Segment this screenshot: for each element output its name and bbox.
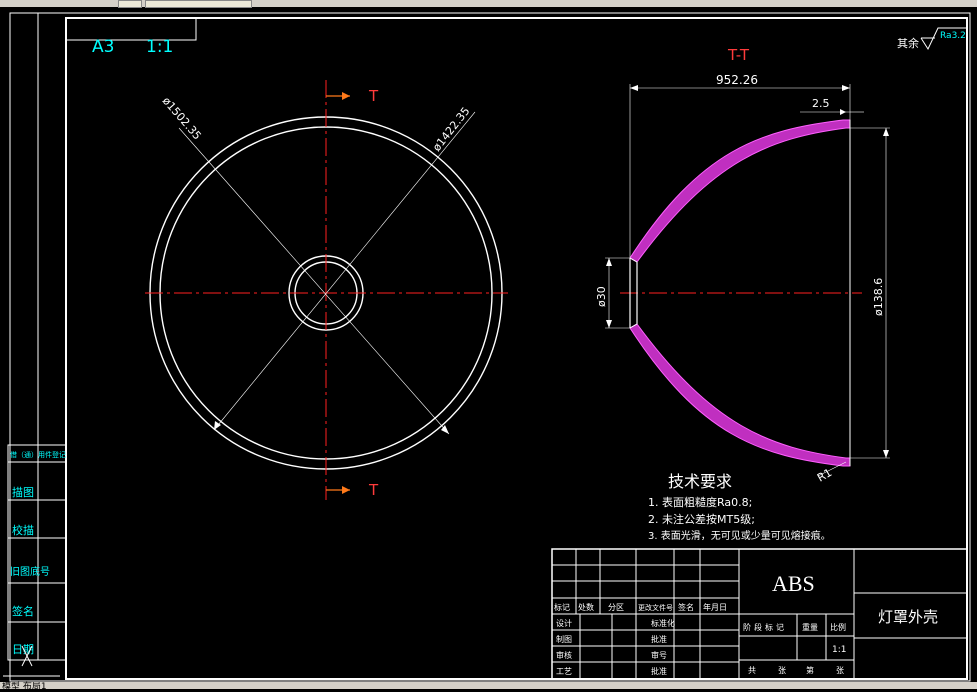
- tech-req-title: 技术要求: [668, 472, 732, 491]
- section-view: [605, 84, 890, 477]
- dim-lip: 2.5: [812, 97, 830, 110]
- row-label: 工艺: [556, 667, 572, 676]
- dim-line-outer: [178, 127, 450, 435]
- sheet-format: A3: [92, 37, 114, 57]
- mid-label: 标准化: [651, 618, 675, 628]
- roughness-label: 其余: [897, 36, 919, 50]
- row-label: 审核: [556, 650, 572, 660]
- stage-header: 比例: [830, 622, 846, 632]
- part-name: 灯罩外壳: [878, 608, 938, 626]
- layout-tabs-bar[interactable]: 模型 布局1: [0, 679, 977, 692]
- mid-label: 批准: [651, 634, 667, 644]
- header-cell: 分区: [608, 603, 624, 612]
- material-label: ABS: [772, 571, 815, 596]
- section-title: T-T: [727, 46, 750, 64]
- row-label: 设计: [556, 618, 572, 628]
- sheet-scale: 1:1: [146, 37, 173, 57]
- sheet-info: 张: [836, 666, 844, 675]
- dim-section-width: 952.26: [716, 73, 758, 87]
- side-label-0: 借（通）用件登记: [10, 450, 66, 459]
- dim-line-inner: [213, 111, 476, 431]
- header-cell: 更改文件号: [638, 603, 673, 612]
- stage-header: 阶段标记: [743, 622, 787, 632]
- side-label-2: 校描: [12, 523, 34, 537]
- section-marker-bottom: T: [368, 481, 379, 499]
- tech-req-item-3: 3. 表面光滑，无可见或少量可见熔接痕。: [648, 529, 831, 542]
- dim-outer-diameter: ø1502.35: [160, 94, 204, 142]
- dim-inner-diameter: ø1422.35: [430, 105, 472, 154]
- stage-header: 重量: [802, 622, 818, 632]
- header-cell: 签名: [678, 602, 694, 612]
- side-label-3: 旧图底号: [10, 565, 50, 578]
- shell-bottom-wall: [629, 323, 851, 467]
- toolbar-strip: [0, 0, 977, 8]
- shell-top-wall: [629, 119, 851, 263]
- row-label: 制图: [556, 634, 572, 644]
- header-cell: 处数: [578, 602, 594, 612]
- header-cell: 标记: [554, 602, 570, 612]
- header-cell: 年月日: [703, 602, 727, 612]
- side-strip: [7, 13, 67, 661]
- side-label-1: 描图: [12, 485, 34, 499]
- layout-tabs[interactable]: 模型 布局1: [2, 679, 47, 692]
- side-label-4: 签名: [12, 604, 34, 618]
- section-marker-top: T: [368, 87, 379, 105]
- tech-req-item-2: 2. 未注公差按MT5级;: [648, 512, 755, 526]
- drawing-canvas[interactable]: A3 1:1 借（通）用件登记 描图 校描 旧图底号 签名 日期 ø1502.3…: [0, 7, 977, 682]
- sheet-info: 共: [748, 666, 756, 675]
- tech-req-item-1: 1. 表面粗糙度Ra0.8;: [648, 495, 752, 509]
- dim-small-diameter: ø30: [595, 286, 608, 307]
- dim-large-diameter: ø138.6: [872, 278, 885, 316]
- roughness-value: Ra3.2: [940, 31, 966, 41]
- mid-label: 批准: [651, 666, 667, 676]
- mid-label: 审号: [651, 650, 667, 660]
- sheet-info: 张: [778, 666, 786, 675]
- drawing-frame: [9, 12, 971, 682]
- sheet-info: 第: [806, 665, 814, 675]
- front-view: [145, 80, 508, 500]
- scale-value: 1:1: [832, 645, 846, 655]
- dim-fillet: R1: [815, 466, 834, 485]
